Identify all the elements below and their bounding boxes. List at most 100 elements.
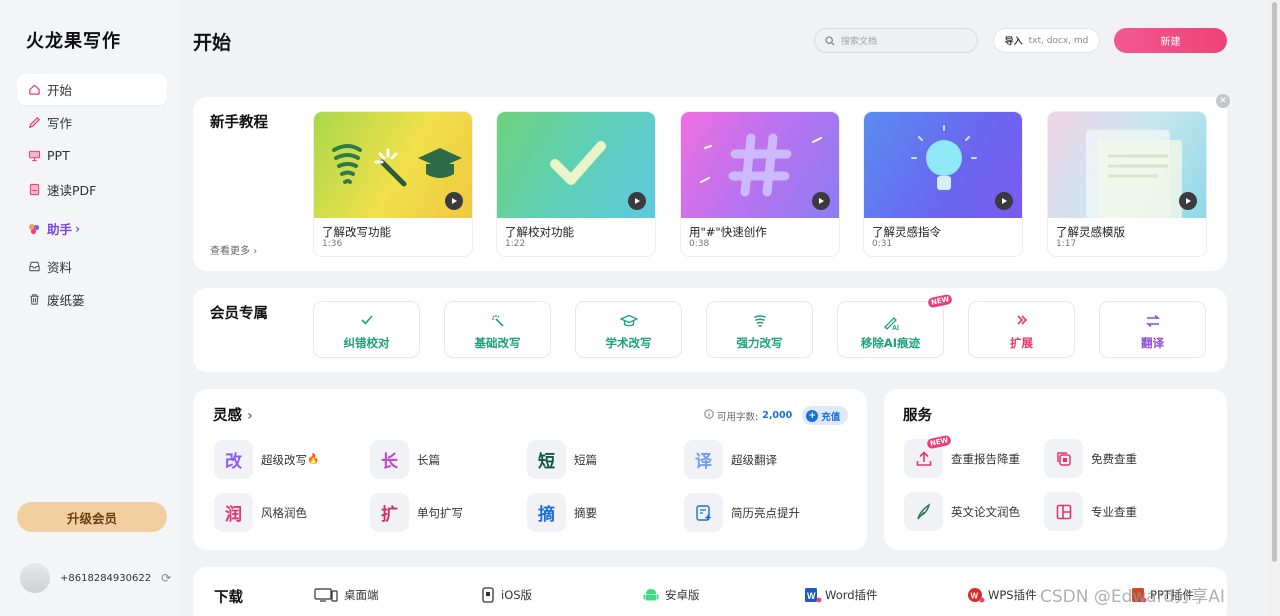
sidebar-item-write[interactable]: 写作 <box>17 107 167 138</box>
sidebar-item-label: 废纸篓 <box>47 293 85 308</box>
upgrade-membership-button[interactable]: 升级会员 <box>17 502 167 532</box>
sidebar-item-ppt[interactable]: PPT <box>17 140 167 171</box>
new-document-button[interactable]: 新建 <box>1114 28 1227 53</box>
service-pro-check[interactable]: 专业查重 <box>1044 492 1137 531</box>
vip-expand-button[interactable]: 扩展 <box>968 301 1075 358</box>
user-profile[interactable]: +8618284930622 ⟳ <box>20 563 171 593</box>
refresh-icon[interactable]: ⟳ <box>161 571 171 585</box>
service-english-polish[interactable]: 英文论文润色 <box>904 492 1020 531</box>
vip-proofread-button[interactable]: 纠错校对 <box>313 301 420 358</box>
view-more-label: 查看更多 <box>210 246 250 257</box>
sidebar-item-start[interactable]: 开始 <box>17 74 167 105</box>
vip-label: 纠错校对 <box>343 336 390 350</box>
watermark: CSDN @Edward分享AI <box>1040 587 1225 607</box>
inspiration-item-resume[interactable]: 简历亮点提升 <box>684 493 800 532</box>
user-phone: +8618284930622 <box>60 572 152 584</box>
vip-strong-rewrite-button[interactable]: 强力改写 <box>706 301 813 358</box>
play-icon[interactable] <box>445 192 463 210</box>
tutorial-thumbnail <box>864 112 1022 218</box>
play-icon[interactable] <box>628 192 646 210</box>
service-free-check[interactable]: 免费查重 <box>1044 439 1137 478</box>
pdf-icon <box>27 183 41 197</box>
view-more-link[interactable]: 查看更多 › <box>210 242 257 257</box>
inspiration-label: 摘要 <box>574 505 597 520</box>
svg-text:AI: AI <box>892 325 899 330</box>
vip-label: 学术改写 <box>605 336 652 350</box>
tutorial-card[interactable]: 了解灵感模版 1:17 <box>1047 111 1207 257</box>
vip-translate-button[interactable]: 翻译 <box>1099 301 1206 358</box>
search-input[interactable]: 搜索文档 <box>814 28 978 53</box>
resume-sparkle-icon <box>684 493 723 532</box>
sidebar-item-pdf[interactable]: 速读PDF <box>17 174 167 205</box>
scrollbar[interactable] <box>1269 0 1280 616</box>
inspiration-label: 短篇 <box>574 452 597 467</box>
quota-bar: 可用字数: 2,000 + 充值 <box>704 406 849 425</box>
pen-icon <box>27 116 41 130</box>
inspiration-item-summary[interactable]: 摘 摘要 <box>527 493 597 532</box>
check-icon <box>314 314 419 326</box>
chevron-right-icon: › <box>253 246 258 257</box>
inspiration-label: 超级改写 <box>261 452 307 467</box>
service-report-dedupe[interactable]: 查重报告降重 <box>904 439 1020 478</box>
download-desktop[interactable]: 桌面端 <box>314 587 379 603</box>
page-title: 开始 <box>193 32 232 54</box>
sidebar-item-materials[interactable]: 资料 <box>17 251 167 282</box>
close-icon[interactable]: ✕ <box>1216 94 1230 108</box>
quill-icon <box>904 492 943 531</box>
play-icon[interactable] <box>812 192 830 210</box>
inspiration-item-short[interactable]: 短 短篇 <box>527 440 597 479</box>
tutorial-card[interactable]: 用"#"快速创作 0:38 <box>680 111 840 257</box>
inspiration-item-super-rewrite[interactable]: 改 超级改写 🔥 <box>214 440 319 479</box>
service-label: 查重报告降重 <box>951 451 1020 466</box>
vip-remove-ai-button[interactable]: AI 移除AI痕迹 <box>837 301 944 358</box>
long-glyph-icon: 长 <box>370 440 409 479</box>
copy-check-icon <box>1044 439 1083 478</box>
double-chevron-right-icon <box>969 314 1074 326</box>
ai-eraser-icon: AI <box>838 314 943 330</box>
tutorial-card[interactable]: 了解灵感指令 0:31 <box>863 111 1023 257</box>
services-title: 服务 <box>903 408 932 424</box>
inspiration-item-long[interactable]: 长 长篇 <box>370 440 440 479</box>
download-label: WPS插件 <box>988 588 1037 602</box>
tutorial-card[interactable]: 了解校对功能 1:22 <box>496 111 656 257</box>
import-button[interactable]: 导入 txt, docx, md <box>993 28 1100 53</box>
play-icon[interactable] <box>1179 192 1197 210</box>
download-wps-plugin[interactable]: W WPS插件 <box>967 587 1037 603</box>
inspiration-title[interactable]: 灵感 › <box>213 404 253 425</box>
avatar[interactable] <box>20 563 50 593</box>
tutorial-duration: 1:22 <box>505 239 526 249</box>
swap-arrows-icon <box>1100 314 1205 328</box>
vip-academic-rewrite-button[interactable]: 学术改写 <box>575 301 682 358</box>
vip-basic-rewrite-button[interactable]: 基础改写 <box>444 301 551 358</box>
download-label: 桌面端 <box>344 588 379 602</box>
recharge-button[interactable]: + 充值 <box>802 406 849 425</box>
inspiration-item-polish[interactable]: 润 风格润色 <box>214 493 307 532</box>
inspiration-label: 单句扩写 <box>417 505 463 520</box>
svg-text:W: W <box>807 591 816 601</box>
download-android[interactable]: 安卓版 <box>643 587 700 603</box>
download-ios[interactable]: iOS版 <box>481 587 532 603</box>
plus-icon: + <box>806 409 819 422</box>
tutorial-title: 了解灵感模版 <box>1056 225 1125 239</box>
vip-label: 基础改写 <box>474 336 521 350</box>
tutorial-thumbnail <box>497 112 655 218</box>
vip-label: 扩展 <box>1010 336 1033 350</box>
tutorial-card[interactable]: 了解改写功能 1:36 <box>313 111 473 257</box>
chevron-right-icon: › <box>247 408 253 424</box>
import-label: 导入 <box>1004 37 1023 47</box>
inbox-icon <box>27 260 41 274</box>
play-icon[interactable] <box>995 192 1013 210</box>
scrollbar-thumb[interactable] <box>1272 2 1277 562</box>
chevron-right-icon: › <box>75 221 81 236</box>
android-icon <box>643 587 659 603</box>
download-word-plugin[interactable]: W Word插件 <box>804 587 878 603</box>
tutorial-thumbnail <box>1048 112 1206 218</box>
inspiration-item-translate[interactable]: 译 超级翻译 <box>684 440 777 479</box>
summary-glyph-icon: 摘 <box>527 493 566 532</box>
sidebar-item-trash[interactable]: 废纸篓 <box>17 284 167 315</box>
inspiration-item-expand[interactable]: 扩 单句扩写 <box>370 493 463 532</box>
download-label: iOS版 <box>501 588 533 602</box>
assistant-icon <box>27 222 41 236</box>
import-formats: txt, docx, md <box>1028 35 1089 46</box>
sidebar-item-assistant[interactable]: 助手 › <box>17 213 167 244</box>
